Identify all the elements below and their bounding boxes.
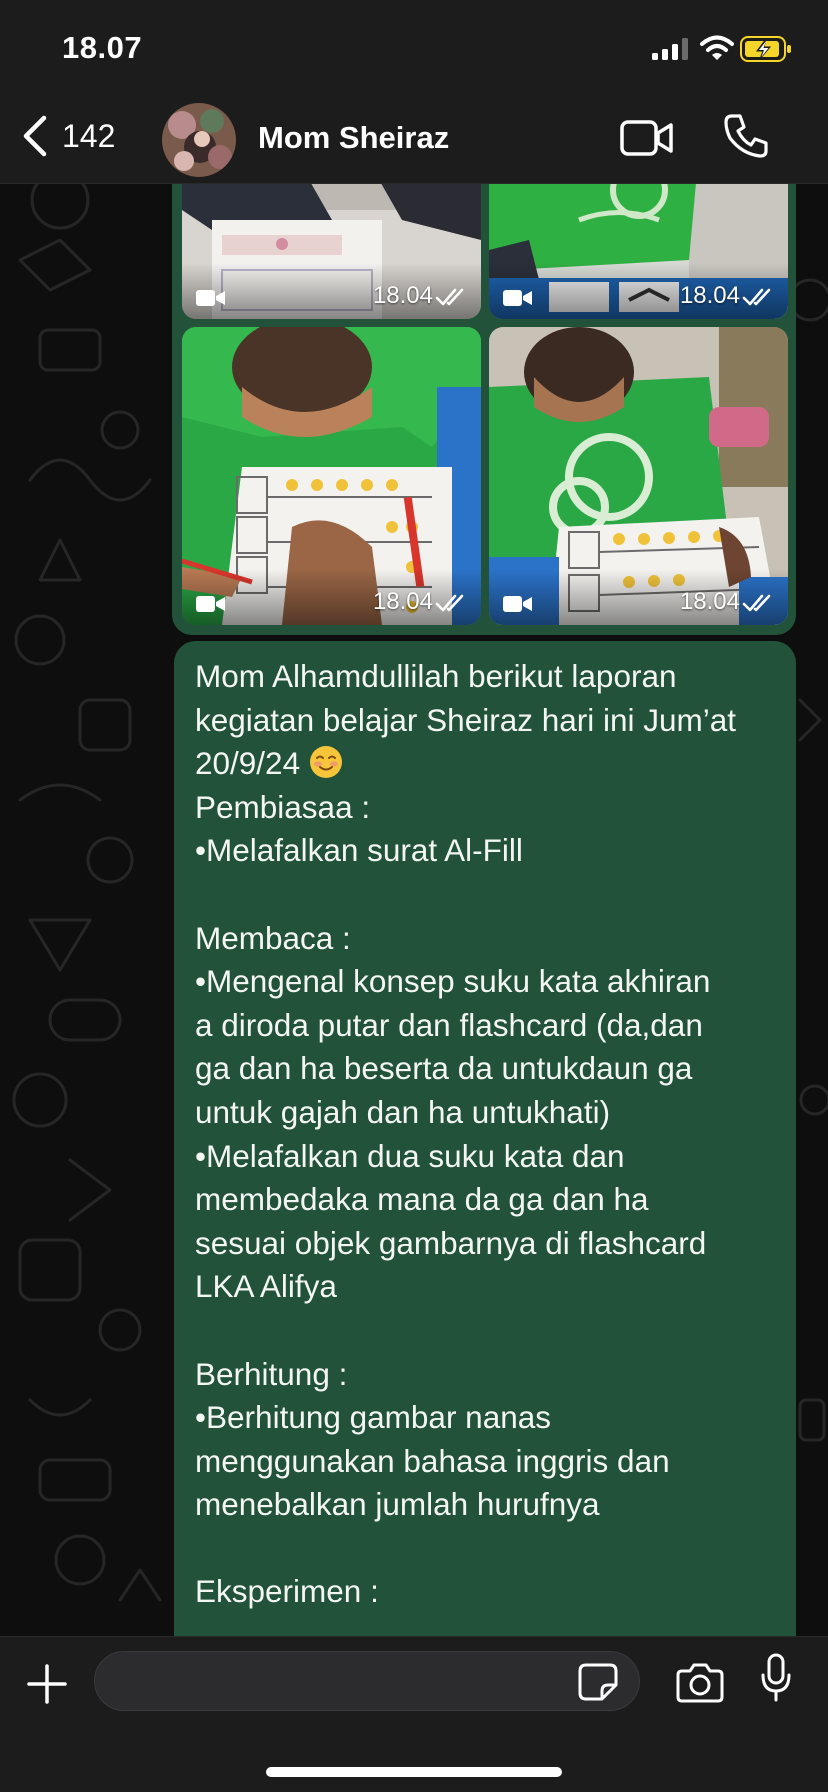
microphone-icon[interactable]: [760, 1653, 792, 1703]
video-camera-icon: [503, 290, 532, 306]
message-line: [195, 1309, 776, 1353]
read-ticks-icon: [742, 594, 771, 612]
read-ticks-icon: [742, 288, 771, 306]
plus-icon[interactable]: [26, 1663, 68, 1705]
video-timestamp: 18.04: [372, 588, 433, 615]
home-indicator: [266, 1767, 562, 1777]
wifi-icon: [700, 35, 734, 60]
media-message-bubble: 18.04 18.04 18.04 18.04: [172, 150, 796, 635]
video-camera-icon: [196, 596, 225, 612]
message-line-with-emoji: 20/9/24: [195, 742, 776, 786]
avatar[interactable]: [162, 103, 236, 177]
status-bar: 18.07: [0, 0, 828, 96]
chat-header: 142 Mom Sheiraz: [0, 96, 828, 184]
video-camera-icon: [503, 596, 532, 612]
message-line: Mom Alhamdullilah berikut laporan: [195, 658, 677, 694]
sticker-icon[interactable]: [578, 1663, 618, 1701]
cellular-signal-icon: [652, 38, 688, 60]
message-line: [195, 1527, 776, 1571]
video-camera-icon[interactable]: [620, 116, 674, 160]
chat-screen: 18.07 142 Mom Sheiraz 18.04 18.04 18.04 …: [0, 0, 828, 1792]
message-line: Eksperimen :: [195, 1573, 379, 1610]
message-line: Berhitung :: [195, 1355, 348, 1392]
contact-name[interactable]: Mom Sheiraz: [258, 120, 449, 156]
video-thumbnail[interactable]: 18.04: [182, 327, 481, 625]
phone-icon[interactable]: [722, 112, 770, 160]
message-input[interactable]: [94, 1651, 640, 1711]
message-line: a diroda putar dan flashcard (da,dan: [195, 1006, 703, 1043]
message-input-bar: [0, 1636, 828, 1792]
battery-charging-icon: [740, 36, 791, 62]
video-thumbnail[interactable]: 18.04: [489, 327, 788, 625]
status-time: 18.07: [62, 30, 143, 65]
message-line: untuk gajah dan ha untukhati): [195, 1093, 611, 1130]
message-line: Pembiasaa :: [195, 788, 371, 825]
video-timestamp: 18.04: [679, 588, 740, 615]
back-chevron-icon: [23, 115, 47, 157]
message-line: membedaka mana da ga dan ha: [195, 1181, 649, 1218]
message-line: LKA Alifya: [195, 1268, 337, 1305]
message-line: menebalkan jumlah hurufnya: [195, 1486, 600, 1523]
message-line: •Melafalkan dua suku kata dan: [195, 1137, 625, 1174]
video-timestamp: 18.04: [372, 282, 433, 309]
message-line: ga dan ha beserta da untukdaun ga: [195, 1050, 693, 1087]
video-camera-icon: [196, 290, 225, 306]
message-line: sesuai objek gambarnya di flashcard: [195, 1224, 707, 1261]
message-line: menggunakan bahasa inggris dan: [195, 1442, 670, 1479]
message-line: Membaca :: [195, 919, 351, 956]
text-message-bubble[interactable]: Mom Alhamdullilah berikut laporan kegiat…: [174, 641, 796, 1651]
read-ticks-icon: [435, 288, 464, 306]
message-line: kegiatan belajar Sheiraz hari ini Jum’at: [195, 701, 737, 738]
message-line: 20/9/24: [195, 745, 309, 782]
camera-icon[interactable]: [676, 1661, 724, 1703]
video-timestamp: 18.04: [679, 282, 740, 309]
unread-count: 142: [62, 117, 116, 154]
message-line: •Berhitung gambar nanas: [195, 1399, 552, 1436]
back-button[interactable]: 142: [20, 110, 115, 162]
message-line: •Mengenal konsep suku kata akhiran: [195, 963, 711, 1000]
read-ticks-icon: [435, 594, 464, 612]
smiling-face-icon: [309, 746, 342, 779]
message-line: [195, 873, 776, 917]
message-line: •Melafalkan surat Al-Fill: [195, 832, 523, 869]
